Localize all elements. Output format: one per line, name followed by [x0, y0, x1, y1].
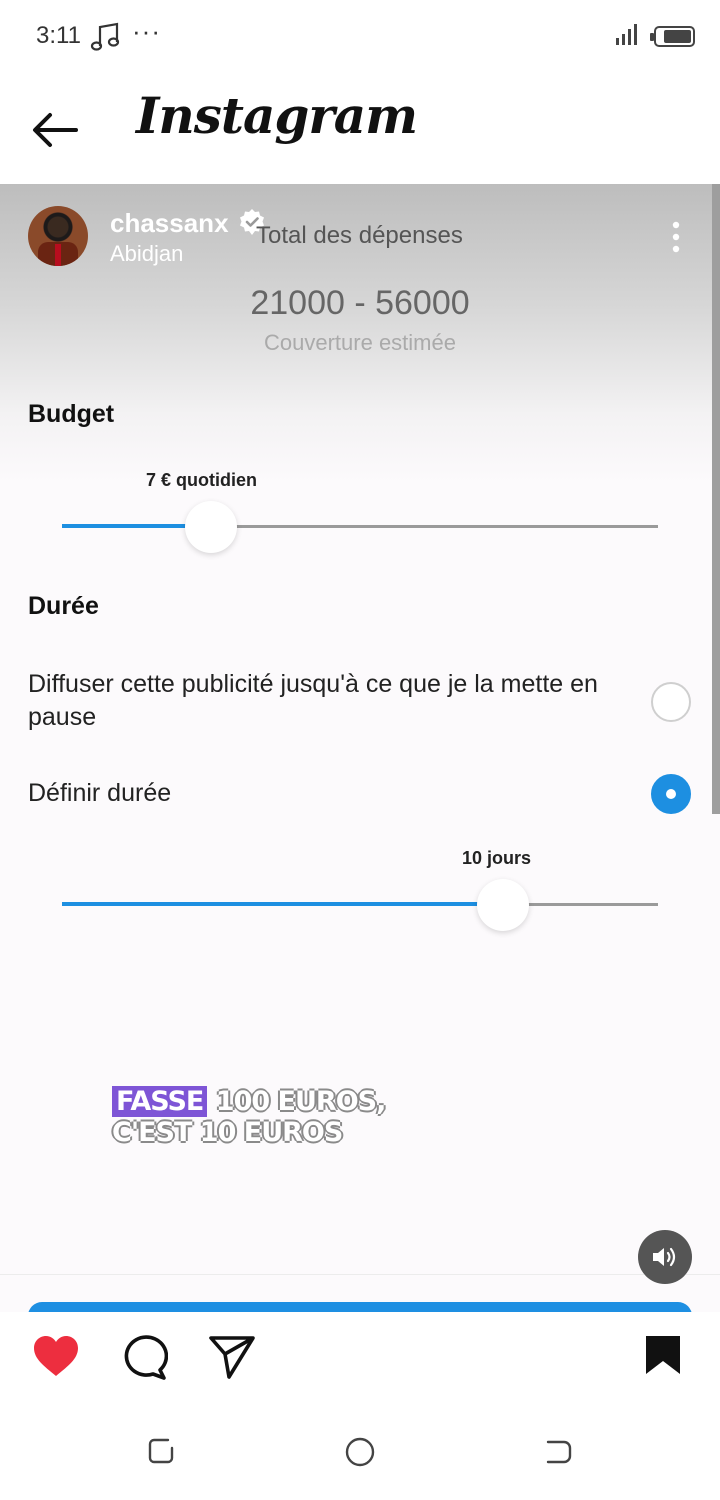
- budget-slider[interactable]: [62, 501, 658, 553]
- status-time: 3:11: [36, 22, 81, 49]
- call-to-action-bar[interactable]: [28, 1302, 692, 1312]
- set-duration-radio[interactable]: [651, 774, 691, 814]
- budget-slider-label: 7 € quotidien: [146, 470, 258, 490]
- caption-line-1: FASSE 100 EUROS,: [112, 1086, 387, 1117]
- system-navigation-bar: [0, 1404, 720, 1500]
- recent-apps-icon[interactable]: [146, 1436, 176, 1466]
- more-options-icon[interactable]: [668, 220, 684, 256]
- total-spend-label: Total des dépenses: [256, 222, 463, 249]
- home-icon[interactable]: [344, 1436, 376, 1468]
- signal-icon: [616, 24, 637, 45]
- duration-title: Durée: [28, 592, 99, 620]
- budget-title: Budget: [28, 400, 115, 428]
- notification-more-icon: ···: [132, 16, 161, 46]
- status-bar: 3:11 ···: [0, 0, 720, 72]
- budget-slider-handle[interactable]: [185, 501, 237, 553]
- caption-highlight-word: FASSE: [112, 1086, 208, 1117]
- duration-slider-label: 10 jours: [462, 848, 532, 868]
- music-note-icon: [90, 22, 120, 51]
- duration-slider-fill: [62, 902, 503, 906]
- video-caption: FASSE 100 EUROS, C'EST 10 EUROS: [112, 1086, 387, 1148]
- post-location[interactable]: Abidjan: [110, 241, 183, 267]
- battery-icon: [650, 26, 695, 47]
- avatar[interactable]: [28, 206, 88, 266]
- scrollbar[interactable]: [712, 184, 720, 814]
- set-duration-option[interactable]: Définir durée: [28, 777, 648, 810]
- caption-line-2: C'EST 10 EUROS: [112, 1117, 343, 1148]
- run-until-paused-option[interactable]: Diffuser cette publicité jusqu'à ce que …: [28, 668, 648, 734]
- post-username[interactable]: chassanx: [110, 208, 229, 239]
- post-video[interactable]: chassanx Abidjan Total des dépenses 2100…: [0, 184, 720, 1312]
- share-icon[interactable]: [208, 1334, 256, 1380]
- back-arrow-icon[interactable]: [30, 110, 80, 150]
- heart-icon[interactable]: [32, 1334, 80, 1378]
- sound-toggle-button[interactable]: [638, 1230, 692, 1284]
- back-nav-icon[interactable]: [544, 1436, 574, 1466]
- caption-line-1-rest: 100 EUROS,: [215, 1086, 387, 1117]
- run-until-paused-radio[interactable]: [651, 682, 691, 722]
- post-actions: [0, 1312, 720, 1404]
- duration-slider[interactable]: [62, 879, 658, 931]
- duration-slider-handle[interactable]: [477, 879, 529, 931]
- app-header: Instagram: [0, 72, 720, 184]
- instagram-logo: Instagram: [136, 86, 418, 145]
- comment-icon[interactable]: [120, 1334, 168, 1380]
- speaker-icon: [653, 1247, 676, 1267]
- divider: [0, 1274, 720, 1275]
- estimated-reach-value: 21000 - 56000: [250, 284, 470, 322]
- estimated-reach-caption: Couverture estimée: [264, 330, 456, 355]
- bookmark-icon[interactable]: [644, 1334, 682, 1376]
